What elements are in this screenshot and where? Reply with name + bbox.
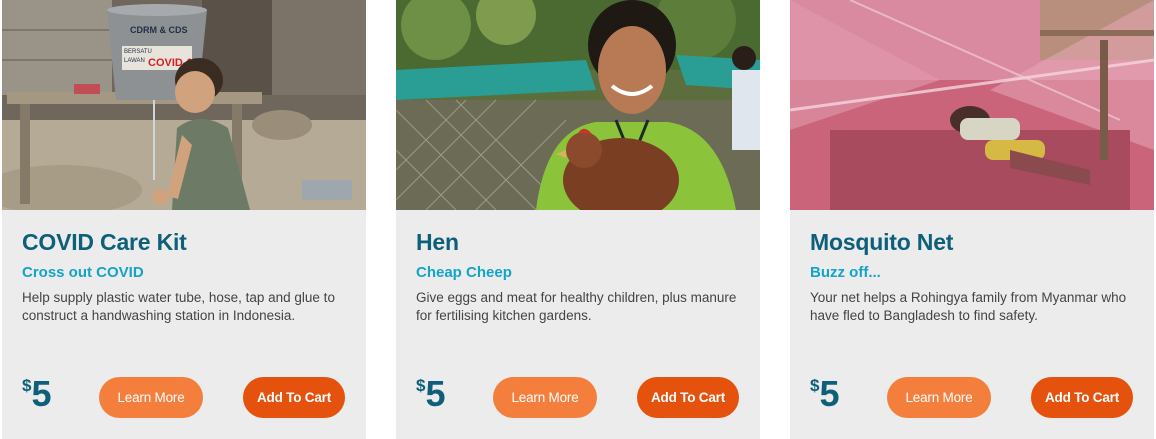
card-price: $5	[416, 374, 446, 414]
price-currency: $	[416, 376, 426, 395]
price-currency: $	[810, 376, 820, 395]
learn-more-button[interactable]: Learn More	[887, 377, 991, 418]
card-subtitle: Cross out COVID	[22, 264, 144, 281]
add-to-cart-button[interactable]: Add To Cart	[1031, 377, 1133, 418]
hen-photo[interactable]	[396, 0, 760, 210]
card-subtitle: Buzz off...	[810, 264, 881, 281]
learn-more-button[interactable]: Learn More	[493, 377, 597, 418]
card-price: $5	[22, 374, 52, 414]
card-title: Mosquito Net	[810, 229, 954, 255]
gift-card-mosquito-net: Mosquito Net Buzz off... Your net helps …	[790, 0, 1154, 439]
bucket-sign-text-2: LAWAN	[124, 58, 145, 64]
price-amount: 5	[425, 373, 446, 414]
bucket-sign-text-1: BERSATU	[124, 49, 152, 55]
card-price: $5	[810, 374, 840, 414]
card-description: Help supply plastic water tube, hose, ta…	[22, 290, 335, 323]
learn-more-button[interactable]: Learn More	[99, 377, 203, 418]
covid-care-kit-photo[interactable]: CDRM & CDS BERSATU LAWAN COVID-19	[2, 0, 366, 210]
gift-card-hen: Hen Cheap Cheep Give eggs and meat for h…	[396, 0, 760, 439]
card-subtitle: Cheap Cheep	[416, 264, 512, 281]
card-description: Your net helps a Rohingya family from My…	[810, 290, 1127, 323]
price-amount: 5	[31, 373, 52, 414]
card-title: Hen	[416, 229, 459, 255]
price-currency: $	[22, 376, 32, 395]
bucket-label: CDRM & CDS	[130, 25, 188, 35]
gift-card-covid-care-kit: CDRM & CDS BERSATU LAWAN COVID-19 COVID …	[2, 0, 366, 439]
card-description: Give eggs and meat for healthy children,…	[416, 290, 737, 323]
price-amount: 5	[819, 373, 840, 414]
add-to-cart-button[interactable]: Add To Cart	[243, 377, 345, 418]
card-title: COVID Care Kit	[22, 229, 187, 255]
mosquito-net-photo[interactable]	[790, 0, 1154, 210]
gift-card-grid: CDRM & CDS BERSATU LAWAN COVID-19 COVID …	[0, 0, 1156, 439]
add-to-cart-button[interactable]: Add To Cart	[637, 377, 739, 418]
